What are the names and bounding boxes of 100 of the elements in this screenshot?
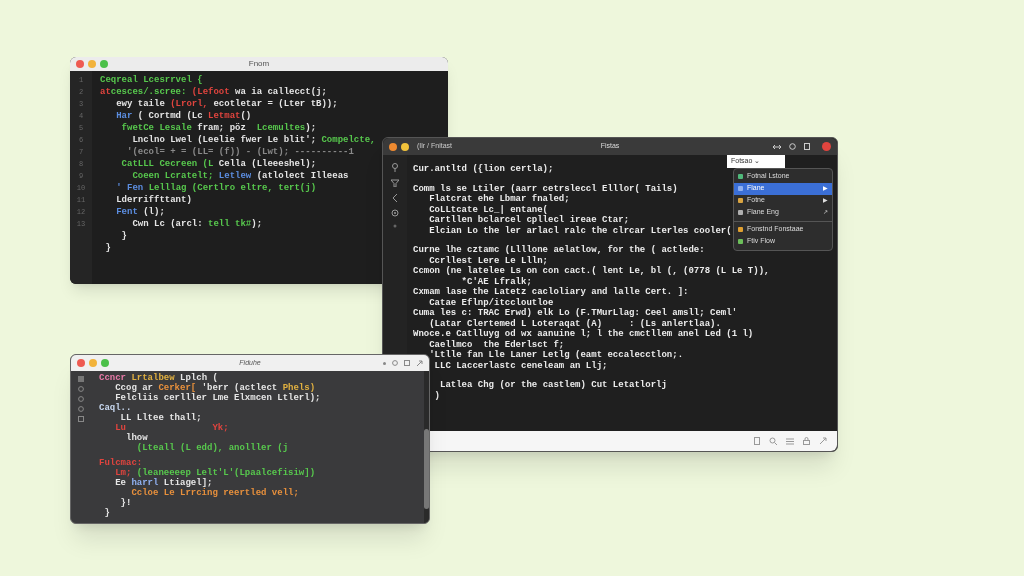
code-line: CoLLtcate Lc_| entane( (429, 204, 549, 215)
code-line: (Latar Clertemed L Loteraqat (A) : (Ls anlertlaa). (429, 318, 721, 329)
code-text: Lplch ( (180, 373, 218, 383)
maximize-button[interactable] (101, 359, 109, 367)
code-text: Letlew (218, 171, 252, 181)
settings-icon[interactable] (391, 209, 399, 217)
code-text: Letmat (208, 111, 241, 121)
code-text: (l); (143, 207, 165, 217)
code-text: fram; pöz (197, 123, 247, 133)
code-text: Phels) (282, 383, 316, 393)
close-button[interactable] (389, 142, 397, 151)
code-line: *C'AE Lfralk; (461, 276, 532, 287)
document-icon[interactable] (754, 437, 760, 445)
code-text: Ceqreal Lcesrrvel { (100, 75, 203, 85)
code-line: Flatcrat ehe Lbmar fnaled; (429, 194, 570, 204)
code-text: Compelcte, (321, 135, 376, 145)
code-line: ) (434, 390, 440, 401)
code-text: lhow (126, 433, 148, 443)
code-text: '(ecol= + = (LL= (f)) - (Lwt); ----------1 (127, 147, 354, 157)
dot-icon[interactable] (393, 224, 397, 228)
code-text: Cerker[ (158, 383, 197, 393)
code-text: Ccloe Le Lrrcing reertled vell; (131, 488, 299, 498)
code-line: Comm ls se Ltiler (aarr cetrsleccl Elllor( Tails) (413, 183, 678, 194)
code-text: (leaneeeep Lelt'L'(Lpaalcefisiw]) (136, 468, 316, 478)
code-line: Cuma les c: TRAC Erwd) elk Lo (F.TMurLlag: Ceel amsll; Ceml' (413, 308, 738, 318)
code-text: Lrtalbew (131, 373, 175, 383)
code-text: (Lteall (L edd), anolller (j (136, 443, 289, 453)
scrollbar[interactable] (424, 429, 429, 509)
code-text: Fent (116, 207, 138, 217)
code-text: (Lrorl, (170, 99, 209, 109)
close-button[interactable] (822, 142, 831, 151)
code-text: wa ia callecct(j; (235, 87, 327, 97)
expand-icon[interactable] (819, 437, 827, 445)
circle-icon[interactable] (78, 406, 84, 412)
code-text: 'berr (actlect (201, 383, 279, 393)
code-text: Lm; (115, 468, 132, 478)
close-button[interactable] (77, 359, 85, 367)
code-text: Lu Yk; (115, 423, 229, 433)
code-text: ); (305, 123, 317, 133)
code-line: Wnoce.e Catlluyg od wx aanuine l; l the cmctllem anel Led (1 l) (413, 329, 754, 339)
code-line: Latlea Chg (or the castlem) Cut Letatlorlj (440, 380, 667, 390)
code-text: harrl (131, 478, 159, 488)
code-text: ' Fen (116, 183, 144, 193)
circle-icon[interactable] (78, 386, 84, 392)
code-text: }! (120, 498, 132, 508)
code-text: Lnclno Lwel (Leelie fwer Le blit'; (132, 135, 318, 145)
code-text: Ltiagel]; (163, 478, 213, 488)
code-text: } (105, 243, 111, 253)
search-icon[interactable] (769, 437, 777, 445)
code-text: ); (251, 219, 263, 229)
code-text: Har (116, 111, 133, 121)
lock-icon[interactable] (803, 437, 810, 445)
code-text: ecotletar = (Lter tB)); (213, 99, 338, 109)
code-text: Cwn Lc (arcl: (132, 219, 204, 229)
code-text: Lcemultes (256, 123, 306, 133)
window-title: Fnom (248, 58, 270, 70)
code-line: Cur.antltd ({lion certla); (413, 164, 554, 174)
code-text: Lelllag (Certlro eltre, tert(j) (148, 183, 317, 193)
circle-icon[interactable] (78, 396, 84, 402)
maximize-button[interactable] (100, 60, 108, 68)
code-text: ewy taile (116, 99, 166, 109)
circle-icon[interactable] (392, 360, 398, 366)
code-text: Ccog ar (115, 383, 154, 393)
code-text: Fulcmac: (99, 458, 143, 468)
code-text: at (100, 87, 111, 97)
arrows-icon[interactable] (773, 143, 781, 150)
code-line: Ccrllest Lere Le Llln; (429, 255, 549, 266)
code-line: Cxmam lase the Latetz cacloliary and lalle Cert. ]: (413, 287, 689, 297)
page-icon[interactable] (804, 143, 810, 150)
code-text: (Lefoot (191, 87, 230, 97)
minimize-button[interactable] (401, 142, 409, 151)
code-line: Catae Eflnp/itccloutloe (429, 297, 554, 308)
close-button[interactable] (76, 60, 84, 68)
code-text: Lderriffttant) (116, 195, 192, 205)
code-text: } (121, 231, 127, 241)
code-text: Caql.. (99, 403, 132, 413)
code-text: Felcliis cerlller Lme Elxmcen Ltlerl); (115, 393, 321, 403)
code-text: } (104, 508, 110, 518)
code-text: tell tk# (208, 219, 252, 229)
code-text: CatLLL Cecreen (L (121, 159, 214, 169)
code-text: Coeen Lcratelt; (132, 171, 215, 181)
code-line: Ccmon (ne latelee Ls on con cact.( lent Le, bl (, (0778 (L Le T)), (413, 266, 770, 276)
code-text: ( Cortmd (Lc (137, 111, 204, 121)
code-text: () (240, 111, 252, 121)
funnel-icon[interactable] (391, 179, 399, 187)
code-text: Cella (Lleeeshel); (218, 159, 317, 169)
list-icon[interactable] (786, 437, 794, 445)
code-text: cesces/.scree: (110, 87, 188, 97)
code-text: Ccncr (99, 373, 127, 383)
code-text: fwetCe Lesale (121, 123, 193, 133)
expand-icon[interactable] (416, 359, 423, 367)
circle-icon[interactable] (789, 143, 796, 150)
code-text: (atlolect Illeeas (256, 171, 349, 181)
code-text: LL Lltee thall; (120, 413, 202, 423)
pin-icon[interactable] (391, 163, 399, 172)
dot-icon[interactable] (383, 361, 386, 365)
code-line: Cartllen bclarcel cpllecl ireae Ctar; (429, 215, 630, 225)
code-line: Elcian Lo the ler arlacl ralc the clrcar Lterles cooler( (429, 225, 732, 236)
code-line: LLC Laccerlastc ceneleam an Llj; (434, 360, 608, 371)
code-line: 'Ltlle fan Lle Laner Letlg (eamt eccalecctlon;. (429, 350, 684, 360)
